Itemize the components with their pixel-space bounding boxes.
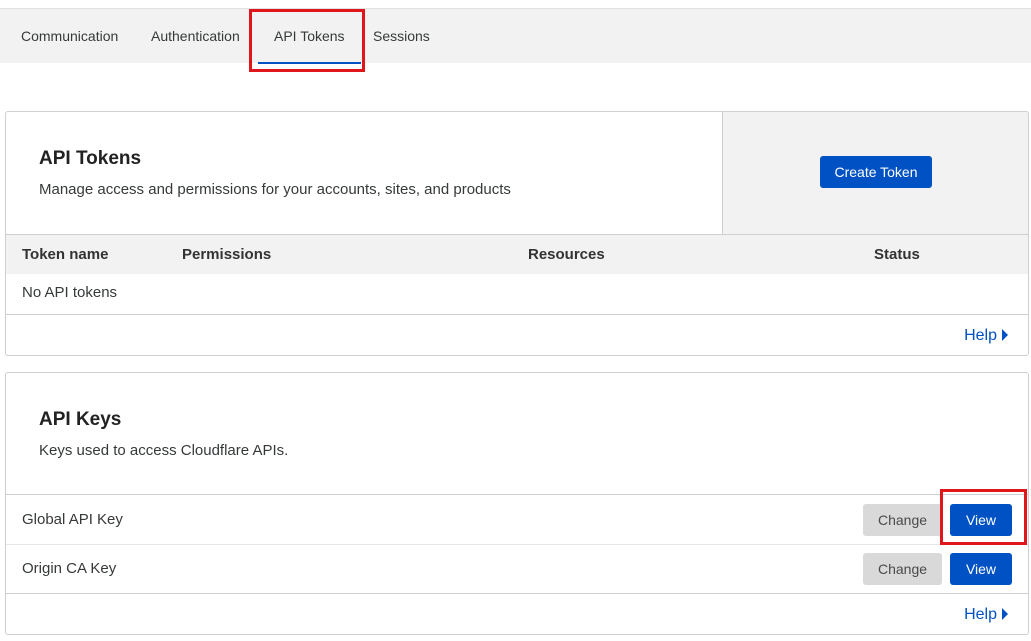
origin-ca-key-label: Origin CA Key xyxy=(22,560,117,577)
tab-bar: Communication Authentication API Tokens … xyxy=(0,8,1031,64)
change-global-api-key-button[interactable]: Change xyxy=(863,504,942,536)
create-token-button[interactable]: Create Token xyxy=(820,156,932,188)
api-tokens-card: API Tokens Manage access and permissions… xyxy=(5,111,1029,356)
caret-right-icon xyxy=(1002,608,1008,620)
column-status: Status xyxy=(874,246,920,263)
api-keys-card: API Keys Keys used to access Cloudflare … xyxy=(5,372,1029,635)
help-label: Help xyxy=(964,606,997,623)
tokens-help-link[interactable]: Help xyxy=(964,327,1008,345)
column-permissions: Permissions xyxy=(182,246,272,263)
column-token-name: Token name xyxy=(22,246,109,263)
key-row-origin-ca: Origin CA Key Change View xyxy=(6,544,1028,593)
api-tokens-title: API Tokens xyxy=(39,148,142,169)
api-keys-title: API Keys xyxy=(39,409,122,430)
tokens-table-header: Token name Permissions Resources Status xyxy=(6,234,1028,274)
change-origin-ca-key-button[interactable]: Change xyxy=(863,553,942,585)
view-global-api-key-button[interactable]: View xyxy=(950,504,1012,536)
api-keys-description: Keys used to access Cloudflare APIs. xyxy=(39,442,289,459)
create-token-panel: Create Token xyxy=(722,112,1028,234)
tab-communication[interactable]: Communication xyxy=(21,9,118,64)
tab-authentication[interactable]: Authentication xyxy=(151,9,240,64)
tab-sessions[interactable]: Sessions xyxy=(373,9,430,64)
divider xyxy=(6,314,1028,315)
api-tokens-description: Manage access and permissions for your a… xyxy=(39,181,511,198)
key-row-global: Global API Key Change View xyxy=(6,495,1028,544)
help-label: Help xyxy=(964,327,997,344)
view-origin-ca-key-button[interactable]: View xyxy=(950,553,1012,585)
keys-help-link[interactable]: Help xyxy=(964,606,1008,624)
empty-tokens-message: No API tokens xyxy=(22,284,118,301)
divider xyxy=(6,593,1028,594)
column-resources: Resources xyxy=(528,246,605,263)
caret-right-icon xyxy=(1002,329,1008,341)
global-api-key-label: Global API Key xyxy=(22,511,123,528)
tab-api-tokens[interactable]: API Tokens xyxy=(258,9,361,64)
